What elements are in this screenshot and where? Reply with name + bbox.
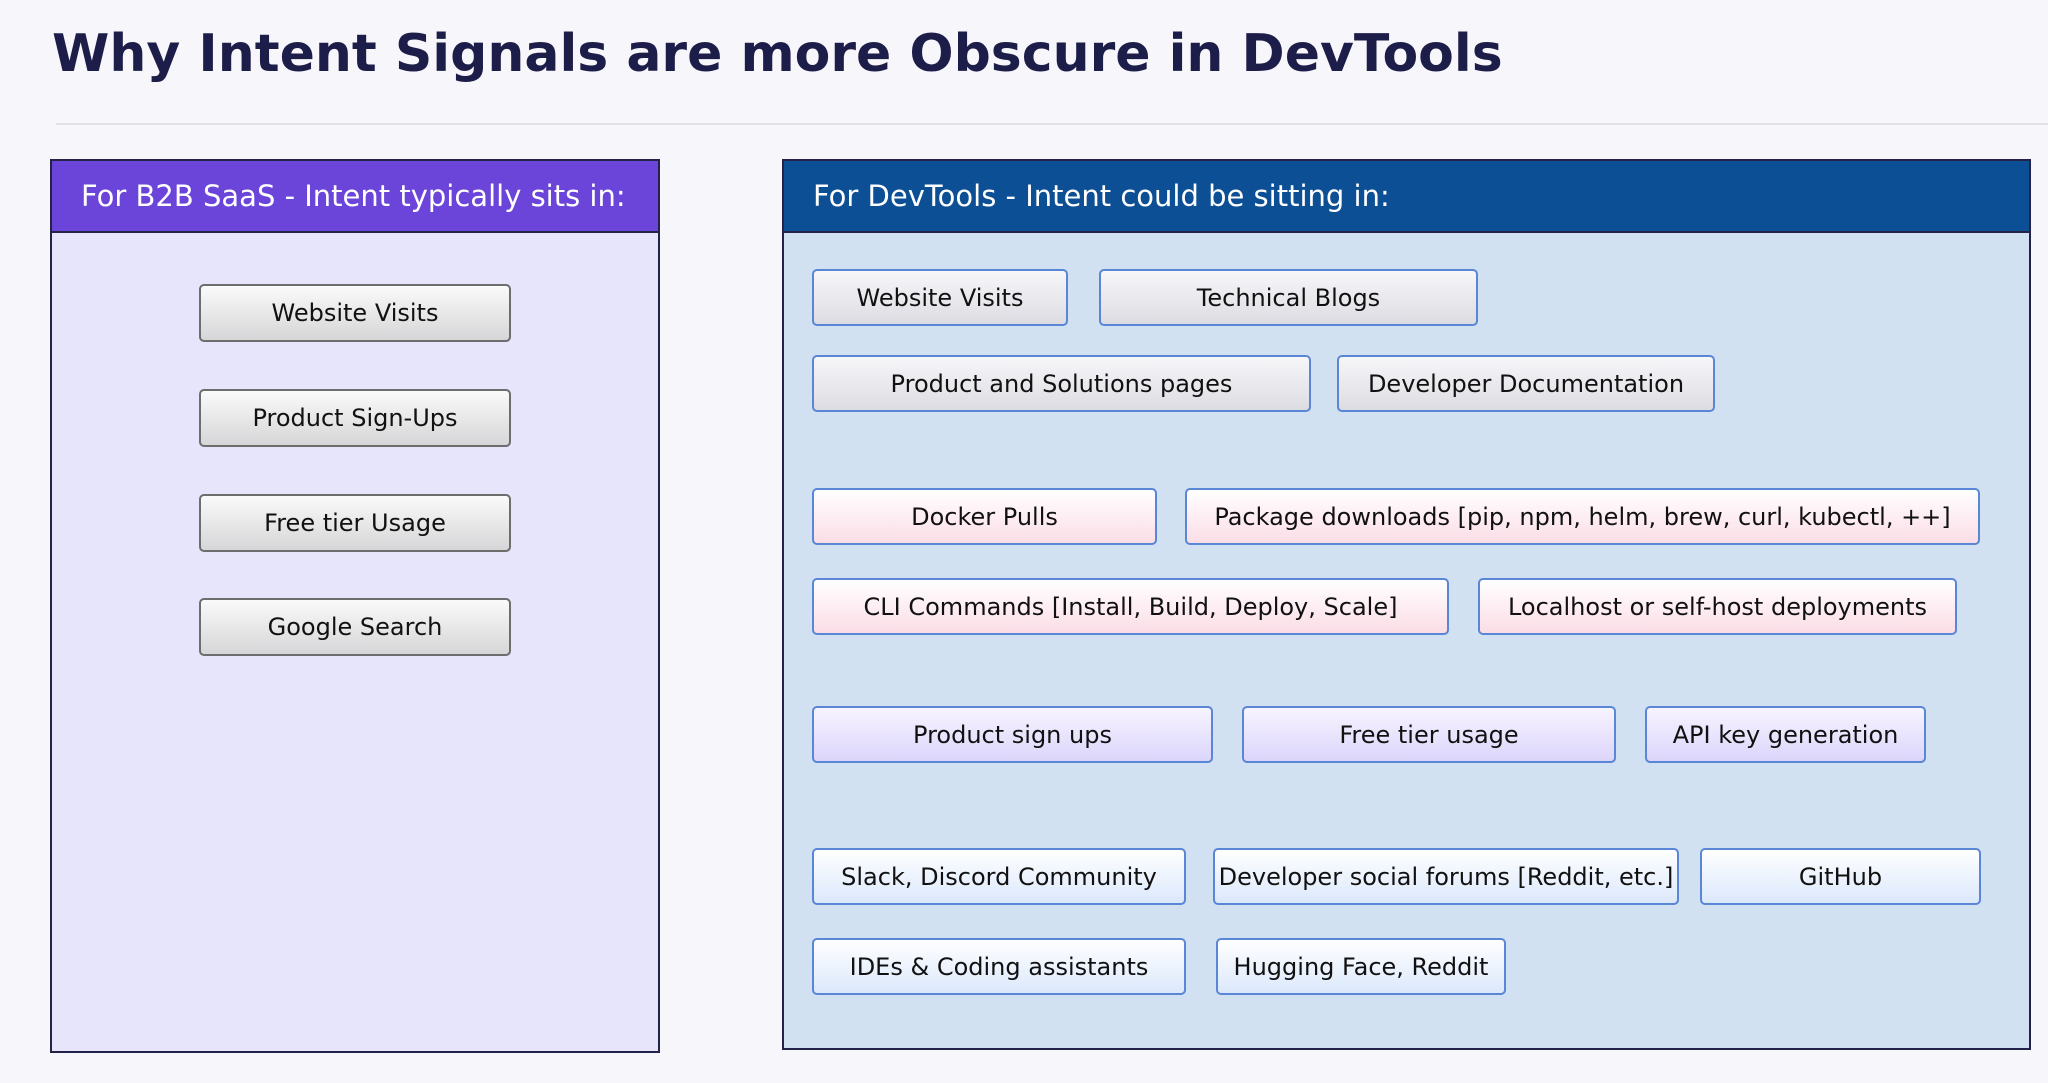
devtools-item-ides-coding-assistants: IDEs & Coding assistants [812, 938, 1186, 995]
devtools-item-cli-commands: CLI Commands [Install, Build, Deploy, Sc… [812, 578, 1449, 635]
devtools-item-github: GitHub [1700, 848, 1981, 905]
b2b-item-google-search: Google Search [199, 598, 511, 656]
devtools-item-product-solutions-pages: Product and Solutions pages [812, 355, 1311, 412]
b2b-item-product-sign-ups: Product Sign-Ups [199, 389, 511, 447]
title-divider [56, 123, 2048, 125]
devtools-item-developer-forums: Developer social forums [Reddit, etc.] [1213, 848, 1679, 905]
devtools-panel-header: For DevTools - Intent could be sitting i… [784, 161, 2029, 233]
devtools-item-hugging-face-reddit: Hugging Face, Reddit [1216, 938, 1506, 995]
devtools-item-localhost-deployments: Localhost or self-host deployments [1478, 578, 1957, 635]
devtools-item-technical-blogs: Technical Blogs [1099, 269, 1478, 326]
devtools-item-website-visits: Website Visits [812, 269, 1068, 326]
devtools-item-package-downloads: Package downloads [pip, npm, helm, brew,… [1185, 488, 1980, 545]
devtools-panel: For DevTools - Intent could be sitting i… [782, 159, 2031, 1050]
b2b-saas-panel: For B2B SaaS - Intent typically sits in:… [50, 159, 660, 1053]
devtools-item-api-key-generation: API key generation [1645, 706, 1926, 763]
devtools-item-free-tier-usage: Free tier usage [1242, 706, 1616, 763]
b2b-item-website-visits: Website Visits [199, 284, 511, 342]
devtools-item-developer-documentation: Developer Documentation [1337, 355, 1715, 412]
b2b-saas-panel-header: For B2B SaaS - Intent typically sits in: [52, 161, 658, 233]
devtools-item-product-sign-ups: Product sign ups [812, 706, 1213, 763]
devtools-item-docker-pulls: Docker Pulls [812, 488, 1157, 545]
b2b-item-free-tier-usage: Free tier Usage [199, 494, 511, 552]
devtools-item-slack-discord: Slack, Discord Community [812, 848, 1186, 905]
page-title: Why Intent Signals are more Obscure in D… [52, 24, 1503, 84]
